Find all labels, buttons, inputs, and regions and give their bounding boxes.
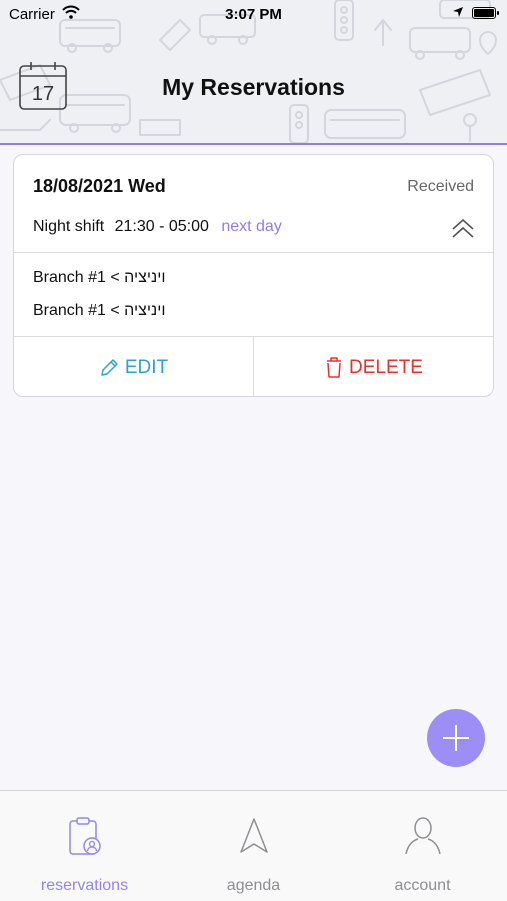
pencil-icon: [101, 358, 118, 376]
page-title: My Reservations: [162, 74, 345, 100]
next-day-label: next day: [221, 218, 282, 235]
clock: 3:07 PM: [225, 6, 282, 23]
reservation-card: 18/08/2021 Wed Received Night shift 21:3…: [13, 154, 494, 397]
person-icon: [404, 817, 441, 855]
header: Carrier 3:07 PM 17 My Reservations: [0, 0, 507, 145]
plus-icon: [443, 725, 469, 751]
tab-label: account: [394, 877, 451, 894]
edit-button[interactable]: EDIT: [14, 337, 254, 396]
tab-account[interactable]: account: [338, 791, 507, 901]
tab-reservations[interactable]: reservations: [0, 791, 169, 901]
shift-name: Night shift: [33, 218, 105, 235]
header-accent-line: [0, 143, 507, 145]
delete-button[interactable]: DELETE: [254, 337, 493, 396]
card-actions: EDIT DELETE: [14, 336, 493, 396]
delete-label: DELETE: [349, 356, 423, 378]
clipboard-user-icon: [68, 817, 101, 855]
battery-icon: [472, 7, 499, 19]
chevron-up-double-icon[interactable]: [451, 217, 475, 239]
reservation-date: 18/08/2021 Wed: [33, 176, 166, 196]
location-arrow-icon: [453, 7, 463, 17]
shift-row: Night shift 21:30 - 05:00 next day: [33, 218, 282, 236]
tab-bar: reservations agenda account: [0, 790, 507, 901]
tab-agenda[interactable]: agenda: [169, 791, 338, 901]
card-divider: [14, 252, 493, 253]
edit-label: EDIT: [124, 356, 169, 378]
reservation-status: Received: [407, 178, 474, 195]
trash-icon: [327, 356, 342, 378]
navigation-arrow-icon: [239, 818, 268, 853]
tab-label: reservations: [40, 877, 129, 894]
route-line: Branch #1 < ויניציה: [33, 302, 166, 319]
tab-label: agenda: [226, 877, 281, 894]
status-bar: Carrier 3:07 PM: [0, 0, 507, 30]
route-line: Branch #1 < ויניציה: [33, 269, 166, 286]
shift-time: 21:30 - 05:00: [114, 218, 209, 235]
add-reservation-button[interactable]: [427, 709, 485, 767]
